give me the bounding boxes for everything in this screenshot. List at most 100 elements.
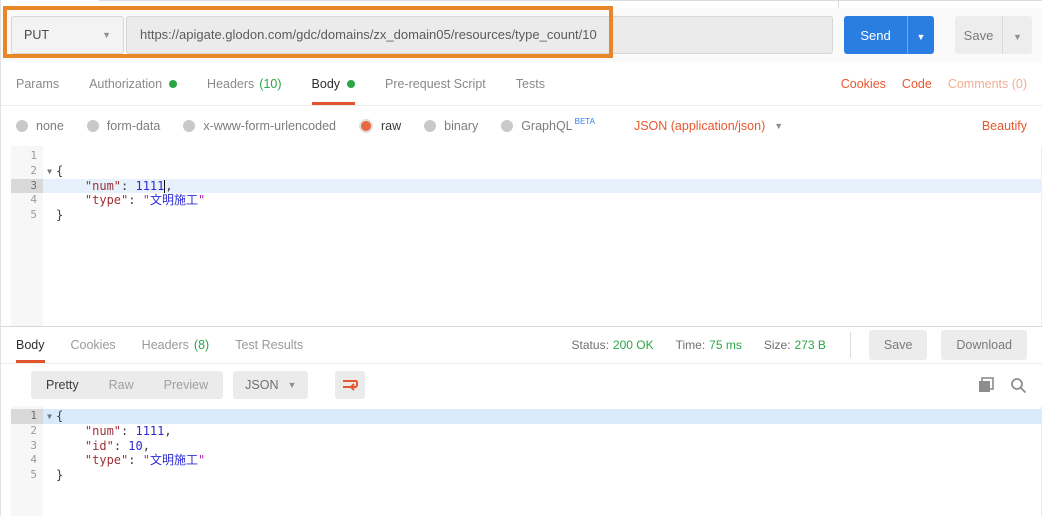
body-type-none[interactable]: none [16, 119, 64, 133]
content-type-select[interactable]: JSON (application/json) ▼ [634, 119, 783, 133]
response-tab-body[interactable]: Body [16, 327, 45, 363]
code-content: "type": "文明施工" [56, 193, 1041, 208]
wrap-text-button[interactable] [335, 371, 365, 399]
token-strq: " [198, 453, 205, 467]
fold-spacer [43, 208, 56, 223]
save-response-button[interactable]: Save [869, 330, 928, 360]
save-request-button[interactable]: Save [955, 16, 1002, 54]
token-plain: { [56, 409, 63, 423]
method-select[interactable]: PUT ▼ [11, 16, 124, 54]
view-mode-segments: PrettyRawPreview [31, 371, 223, 399]
code-line[interactable]: 3 "id": 10, [1, 439, 1041, 454]
code-content [56, 149, 1041, 164]
body-type-binary[interactable]: binary [424, 119, 478, 133]
search-icon [1010, 377, 1027, 394]
green-dot-icon [169, 80, 177, 88]
copy-button[interactable] [978, 377, 995, 394]
tab-label: Body [312, 77, 341, 91]
token-strq: " [143, 193, 150, 207]
token-plain: } [56, 468, 63, 482]
url-input[interactable]: https://apigate.glodon.com/gdc/domains/z… [126, 16, 833, 54]
code-line[interactable]: 4 "type": "文明施工" [1, 193, 1041, 208]
send-options-button[interactable]: ▼ [907, 16, 934, 54]
line-number: 3 [11, 439, 43, 454]
code-line[interactable]: 4 "type": "文明施工" [1, 453, 1041, 468]
fold-spacer [43, 149, 56, 164]
view-raw[interactable]: Raw [94, 371, 149, 399]
status-value: 200 OK [613, 338, 654, 352]
response-tab-test-results[interactable]: Test Results [235, 327, 303, 363]
tab-authorization[interactable]: Authorization [89, 62, 177, 105]
download-button[interactable]: Download [941, 330, 1027, 360]
radio-label: raw [381, 119, 401, 133]
link-comments-0-[interactable]: Comments (0) [948, 77, 1027, 91]
code-line[interactable]: 2▼{ [1, 164, 1041, 179]
link-cookies[interactable]: Cookies [841, 77, 886, 91]
tab-params[interactable]: Params [16, 62, 59, 105]
response-tool-icons [978, 377, 1027, 394]
token-key: "id" [85, 439, 114, 453]
token-plain [56, 179, 85, 193]
token-strq: " [143, 453, 150, 467]
code-line[interactable]: 3 "num": 1111, [1, 179, 1041, 194]
tab-body[interactable]: Body [312, 62, 356, 105]
code-line[interactable]: 2 "num": 1111, [1, 424, 1041, 439]
response-meta-row: Body Cookies Headers(8) Test Results Status… [1, 326, 1042, 364]
token-plain: : [128, 193, 142, 207]
response-meta-right: Status:200 OK Time:75 ms Size:273 B Save… [550, 327, 1027, 363]
radio-label: none [36, 119, 64, 133]
response-tab-headers[interactable]: Headers(8) [142, 327, 210, 363]
tab-tests[interactable]: Tests [516, 62, 545, 105]
code-content: { [56, 409, 1041, 424]
view-preview[interactable]: Preview [149, 371, 223, 399]
token-plain: : [114, 439, 128, 453]
status-stat: Status:200 OK [572, 338, 654, 352]
body-type-form-data[interactable]: form-data [87, 119, 161, 133]
body-type-graphql[interactable]: GraphQLBETA [501, 119, 595, 133]
radio-icon [183, 120, 195, 132]
time-value: 75 ms [709, 338, 742, 352]
response-tab-cookies[interactable]: Cookies [71, 327, 116, 363]
search-button[interactable] [1010, 377, 1027, 394]
chevron-down-icon: ▼ [1013, 32, 1022, 42]
wrap-text-icon [341, 377, 359, 393]
link-code[interactable]: Code [902, 77, 932, 91]
beautify-link[interactable]: Beautify [982, 119, 1027, 133]
response-format-select[interactable]: JSON ▼ [233, 371, 308, 399]
code-line[interactable]: 5} [1, 208, 1041, 223]
fold-arrow-icon[interactable]: ▼ [43, 164, 56, 179]
token-plain [56, 424, 85, 438]
fold-arrow-icon[interactable]: ▼ [43, 409, 56, 424]
body-type-x-www-form-urlencoded[interactable]: x-www-form-urlencoded [183, 119, 336, 133]
token-plain: : [128, 453, 142, 467]
line-number: 4 [11, 453, 43, 468]
token-str: 文明施工 [150, 193, 198, 207]
top-strip [1, 0, 1042, 8]
request-body-editor[interactable]: 12▼{3 "num": 1111,4 "type": "文明施工"5} [1, 146, 1042, 326]
line-number: 3 [11, 179, 43, 194]
view-pretty[interactable]: Pretty [31, 371, 94, 399]
code-line[interactable]: 1▼{ [1, 409, 1041, 424]
green-dot-icon [347, 80, 355, 88]
beta-badge: BETA [575, 117, 595, 126]
body-type-raw[interactable]: raw [359, 119, 401, 133]
line-number: 1 [11, 409, 43, 424]
token-plain: : [121, 424, 135, 438]
code-line[interactable]: 1 [1, 149, 1041, 164]
token-str: 文明施工 [150, 453, 198, 467]
tab-label: Authorization [89, 77, 162, 91]
save-options-button[interactable]: ▼ [1002, 16, 1032, 54]
radio-icon [87, 120, 99, 132]
response-body-editor[interactable]: 1▼{2 "num": 1111,3 "id": 10,4 "type": "文… [1, 406, 1042, 516]
line-number: 5 [11, 468, 43, 483]
request-links: Cookies Code Comments (0) [841, 62, 1027, 105]
chevron-down-icon: ▼ [774, 122, 783, 131]
tab-headers[interactable]: Headers(10) [207, 62, 281, 105]
token-plain: } [56, 208, 63, 222]
divider [850, 332, 851, 358]
token-num: 1111 [135, 179, 164, 193]
send-button[interactable]: Send [844, 16, 907, 54]
code-line[interactable]: 5} [1, 468, 1041, 483]
chevron-down-icon: ▼ [917, 32, 926, 42]
tab-pre-request-script[interactable]: Pre-request Script [385, 62, 486, 105]
